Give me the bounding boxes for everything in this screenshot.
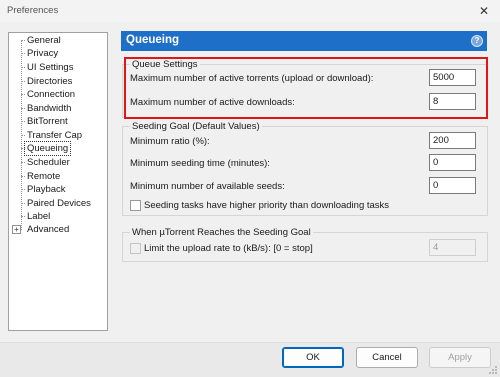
seeding-goal-group-label: Seeding Goal (Default Values) (130, 121, 262, 132)
sidebar-item-directories[interactable]: Directories (25, 75, 74, 88)
sidebar-item-advanced[interactable]: Advanced (25, 223, 71, 236)
min-seed-time-label: Minimum seeding time (minutes): (130, 158, 270, 169)
min-ratio-input[interactable] (429, 132, 476, 149)
resize-grip-icon[interactable] (488, 365, 498, 375)
sidebar-item-remote[interactable]: Remote (25, 170, 62, 183)
cancel-button[interactable]: Cancel (356, 347, 418, 368)
min-seeds-input[interactable] (429, 177, 476, 194)
section-title: Queueing (126, 34, 180, 46)
min-seed-time-input[interactable] (429, 154, 476, 171)
section-header: Queueing ? (121, 31, 487, 51)
sidebar-item-general[interactable]: General (25, 34, 63, 47)
limit-upload-input[interactable] (429, 239, 476, 256)
seeding-priority-label[interactable]: Seeding tasks have higher priority than … (144, 200, 389, 211)
sidebar-item-queueing[interactable]: Queueing (23, 141, 72, 156)
sidebar-item-playback[interactable]: Playback (25, 183, 68, 196)
sidebar-item-bandwidth[interactable]: Bandwidth (25, 102, 73, 115)
button-bar (0, 342, 500, 377)
sidebar-item-bittorrent[interactable]: BitTorrent (25, 115, 70, 128)
apply-button[interactable]: Apply (429, 347, 491, 368)
preferences-tree[interactable]: General Privacy UI Settings Directories … (8, 32, 108, 331)
highlight-box (124, 57, 488, 119)
limit-upload-checkbox[interactable] (130, 243, 141, 254)
expand-advanced-icon[interactable]: + (12, 225, 21, 234)
min-seeds-label: Minimum number of available seeds: (130, 181, 285, 192)
sidebar-item-scheduler[interactable]: Scheduler (25, 156, 72, 169)
seeding-reached-group-label: When µTorrent Reaches the Seeding Goal (130, 227, 313, 238)
window-title: Preferences (7, 5, 59, 16)
sidebar-item-connection[interactable]: Connection (25, 88, 77, 101)
help-icon[interactable]: ? (471, 35, 483, 47)
min-ratio-label: Minimum ratio (%): (130, 136, 210, 147)
limit-upload-label[interactable]: Limit the upload rate to (kB/s): [0 = st… (144, 243, 313, 254)
title-bar: Preferences ✕ (0, 0, 500, 22)
sidebar-item-paired-devices[interactable]: Paired Devices (25, 197, 93, 210)
seeding-priority-checkbox[interactable] (130, 200, 141, 211)
close-icon[interactable]: ✕ (468, 0, 500, 22)
sidebar-item-transfer-cap[interactable]: Transfer Cap (25, 129, 84, 142)
ok-button[interactable]: OK (282, 347, 344, 368)
sidebar-item-ui-settings[interactable]: UI Settings (25, 61, 75, 74)
sidebar-item-label[interactable]: Label (25, 210, 52, 223)
sidebar-item-privacy[interactable]: Privacy (25, 47, 60, 60)
